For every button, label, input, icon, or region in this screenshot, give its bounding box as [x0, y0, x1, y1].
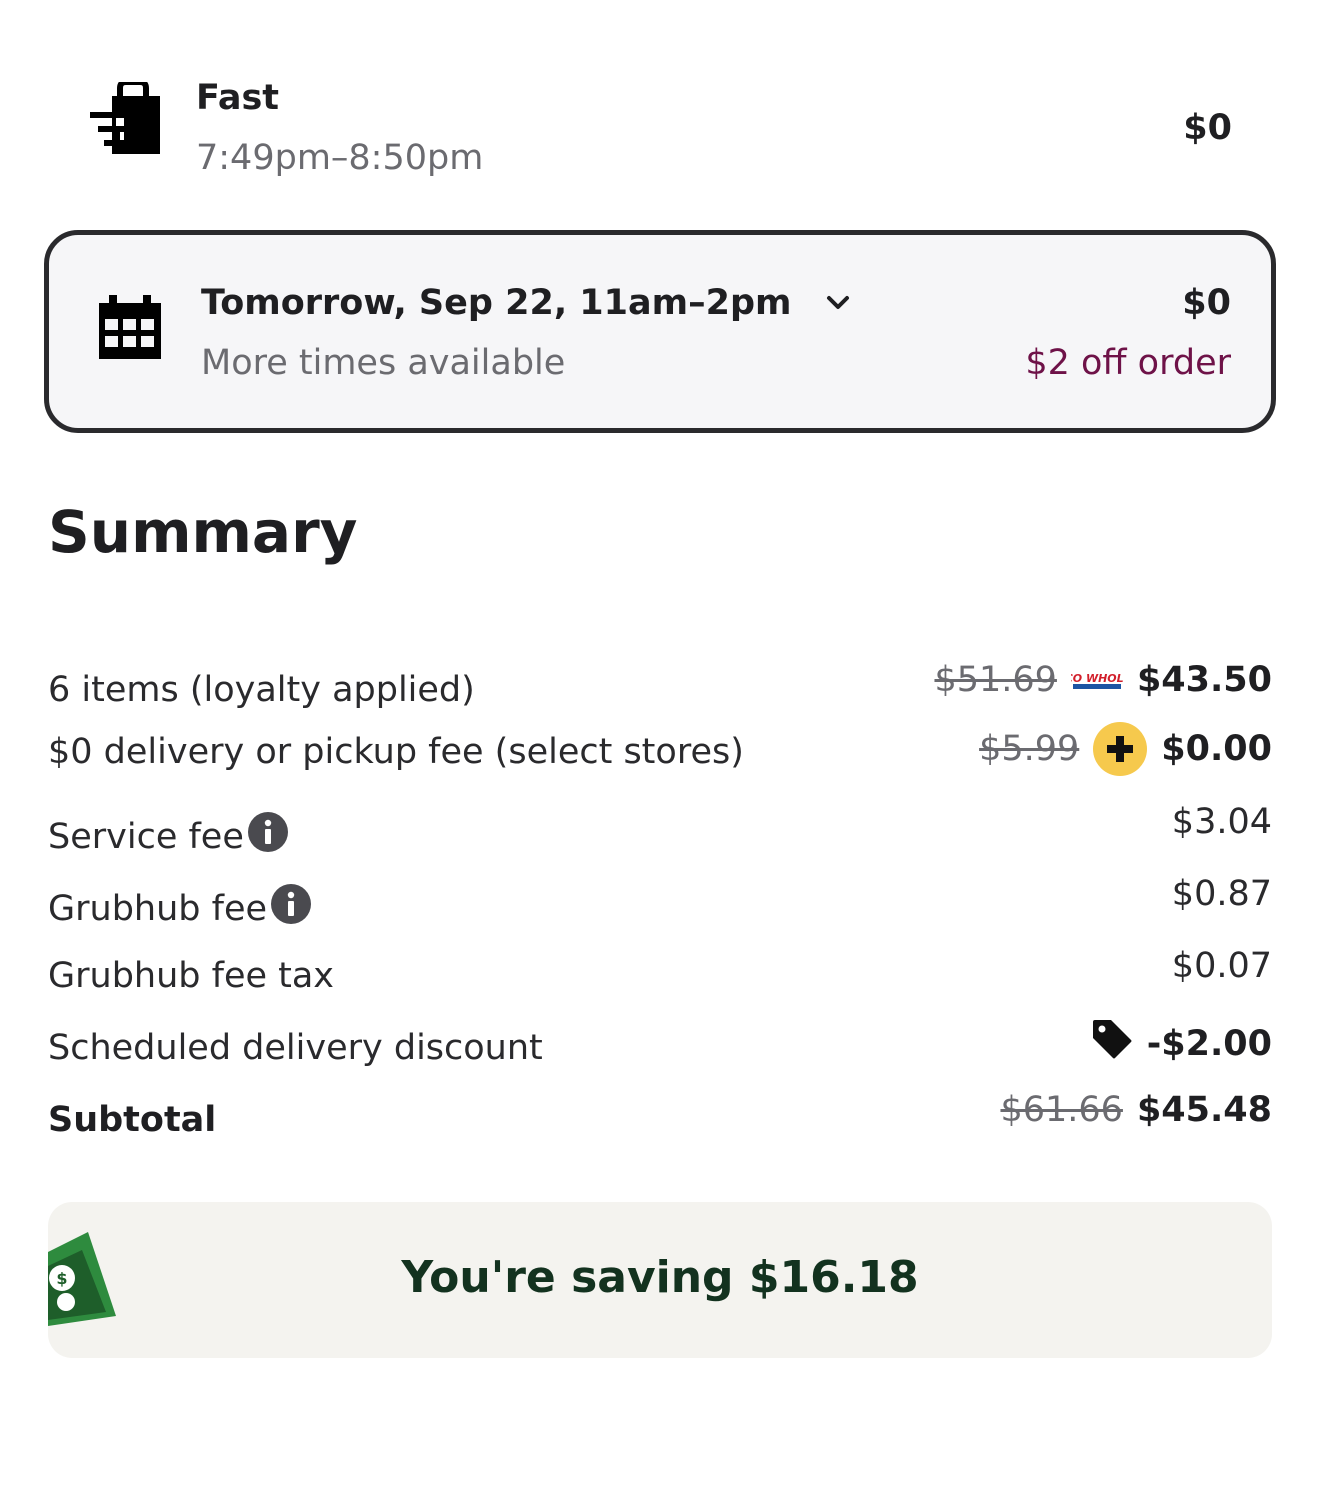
grubhub-fee-value: $0.87	[1171, 874, 1272, 914]
delivery-option-fast[interactable]: Fast 7:49pm–8:50pm $0	[44, 60, 1276, 200]
subtotal-value-group: $61.66 $45.48	[1000, 1090, 1272, 1130]
items-value-group: $51.69 COSTCO WHOLESALE $43.50	[934, 660, 1272, 700]
scheduled-price: $0	[1182, 283, 1231, 323]
grubhub-fee-tax-value: $0.07	[1171, 946, 1272, 986]
items-label: 6 items (loyalty applied)	[48, 670, 475, 710]
fast-price: $0	[1183, 108, 1232, 148]
savings-banner: $ You're saving $16.18	[48, 1202, 1272, 1358]
delivery-fee-label: $0 delivery or pickup fee (select stores…	[48, 732, 744, 772]
summary-row-grubhub-fee: Grubhub fee $0.87	[48, 874, 1272, 934]
checkout-page: Fast 7:49pm–8:50pm $0 Tomorrow, Sep 22, …	[0, 0, 1320, 1499]
service-fee-label: Service fee	[48, 816, 244, 857]
savings-text: You're saving $16.18	[401, 1252, 919, 1303]
scheduled-time-label: Tomorrow, Sep 22, 11am–2pm	[201, 283, 792, 323]
summary-row-grubhub-fee-tax: Grubhub fee tax $0.07	[48, 946, 1272, 1006]
service-fee-value: $3.04	[1171, 802, 1272, 842]
delivery-fee-value-group: $5.99 $0.00	[979, 722, 1272, 776]
delivery-fee-original-price: $5.99	[979, 729, 1080, 769]
chevron-down-icon[interactable]	[826, 280, 850, 320]
grubhub-fee-value-group: $0.87	[1172, 874, 1272, 914]
subtotal-original-price: $61.66	[1000, 1090, 1123, 1130]
items-value: $43.50	[1136, 660, 1272, 700]
grubhub-fee-tax-label: Grubhub fee tax	[48, 956, 335, 996]
calendar-icon	[97, 295, 163, 363]
grubhub-fee-label: Grubhub fee	[48, 888, 268, 929]
service-fee-label-group: Service fee	[48, 812, 288, 861]
grubhub-plus-icon	[1093, 722, 1148, 776]
fast-time: 7:49pm–8:50pm	[196, 138, 484, 178]
summary-title: Summary	[48, 498, 358, 566]
grubhub-fee-tax-value-group: $0.07	[1172, 946, 1272, 986]
subtotal-label: Subtotal	[48, 1100, 217, 1140]
more-times-link[interactable]: More times available	[201, 343, 565, 383]
shopping-bag-fast-icon	[90, 79, 162, 160]
delivery-fee-value: $0.00	[1161, 729, 1272, 769]
delivery-option-scheduled[interactable]: Tomorrow, Sep 22, 11am–2pm More times av…	[44, 230, 1276, 433]
scheduled-title[interactable]: Tomorrow, Sep 22, 11am–2pm	[201, 283, 850, 324]
scheduled-discount-value: -$2.00	[1146, 1023, 1272, 1064]
scheduled-discount-label: Scheduled delivery discount	[48, 1028, 543, 1068]
summary-row-service-fee: Service fee $3.04	[48, 802, 1272, 862]
summary-row-subtotal: Subtotal $61.66 $45.48	[48, 1090, 1272, 1150]
subtotal-value: $45.48	[1136, 1090, 1272, 1130]
scheduled-discount: $2 off order	[1025, 343, 1231, 383]
service-fee-value-group: $3.04	[1172, 802, 1272, 842]
costco-logo-icon: COSTCO WHOLESALE	[1032, 660, 1163, 700]
svg-text:COSTCO WHOLESALE: COSTCO WHOLESALE	[1071, 672, 1123, 685]
info-icon[interactable]	[271, 884, 312, 933]
summary-row-items: 6 items (loyalty applied) $51.69 COSTCO …	[48, 660, 1272, 720]
items-original-price: $51.69	[934, 660, 1057, 700]
grubhub-fee-label-group: Grubhub fee	[48, 884, 312, 933]
info-icon[interactable]	[247, 812, 288, 861]
fast-title: Fast	[196, 78, 280, 118]
summary-row-scheduled-discount: Scheduled delivery discount -$2.00	[48, 1018, 1272, 1078]
scheduled-discount-value-group: -$2.00	[1091, 1018, 1272, 1069]
price-tag-icon	[1091, 1018, 1133, 1069]
summary-row-delivery-fee: $0 delivery or pickup fee (select stores…	[48, 722, 1272, 782]
